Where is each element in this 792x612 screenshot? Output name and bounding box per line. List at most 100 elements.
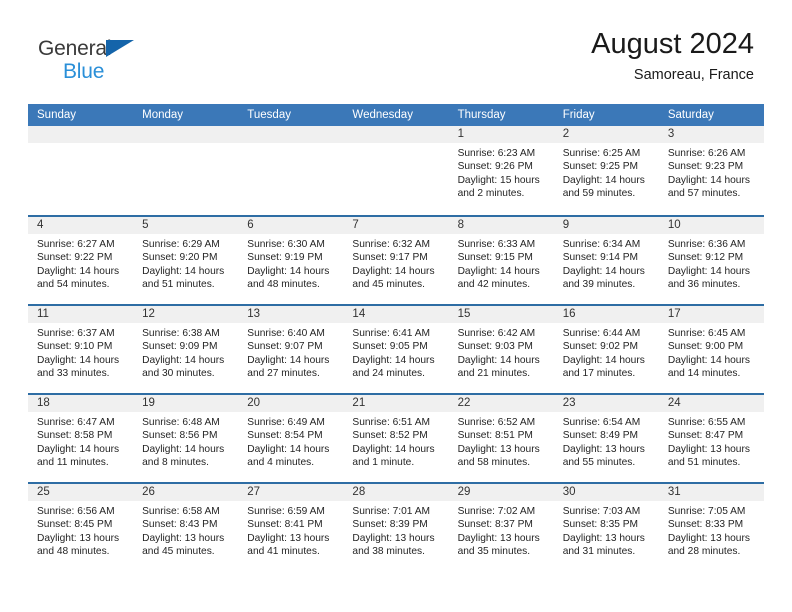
sunrise-text: Sunrise: 6:58 AM xyxy=(142,506,220,517)
day-number: 25 xyxy=(28,484,134,501)
day-number: 17 xyxy=(658,306,764,323)
daylight-text: Daylight: 13 hours and 28 minutes. xyxy=(667,532,750,557)
calendar-day-cell[interactable]: 29 Sunrise: 7:02 AM Sunset: 8:37 PM Dayligh… xyxy=(448,484,554,571)
calendar-table: Sunday Monday Tuesday Wednesday Thursday… xyxy=(28,104,764,571)
calendar-day-cell[interactable]: 19 Sunrise: 6:48 AM Sunset: 8:56 PM Dayligh… xyxy=(133,395,239,482)
sunrise-text: Sunrise: 6:33 AM xyxy=(457,239,536,250)
sunset-text: Sunset: 9:25 PM xyxy=(562,161,639,173)
calendar-day-cell[interactable]: 3 Sunrise: 6:26 AM Sunset: 9:23 PM Daylight… xyxy=(658,126,764,215)
day-sun-info: Sunrise: 6:34 AM Sunset: 9:14 PM Daylight:… xyxy=(554,234,659,291)
calendar-day-cell[interactable]: 30 Sunrise: 7:03 AM Sunset: 8:35 PM Dayligh… xyxy=(553,484,659,571)
day-sun-info: Sunrise: 7:01 AM Sunset: 8:39 PM Daylight:… xyxy=(343,501,448,558)
day-number: 8 xyxy=(448,217,554,234)
calendar-day-cell[interactable]: 15 Sunrise: 6:42 AM Sunset: 9:03 PM Dayligh… xyxy=(448,306,554,393)
calendar-day-cell[interactable]: 8 Sunrise: 6:33 AM Sunset: 9:15 PM Daylight… xyxy=(448,217,554,304)
calendar-week-row: 4 Sunrise: 6:27 AM Sunset: 9:22 PM Daylight… xyxy=(28,215,764,304)
daylight-text: Daylight: 14 hours and 48 minutes. xyxy=(247,265,330,290)
sunrise-text: Sunrise: 6:34 AM xyxy=(562,239,641,250)
calendar-day-cell[interactable]: 1 Sunrise: 6:23 AM Sunset: 9:26 PM Daylight… xyxy=(448,126,554,215)
sunrise-text: Sunrise: 6:37 AM xyxy=(37,328,115,339)
day-number: 11 xyxy=(28,306,134,323)
sunset-text: Sunset: 8:47 PM xyxy=(667,430,744,442)
daylight-text: Daylight: 13 hours and 51 minutes. xyxy=(667,443,750,468)
sunrise-text: Sunrise: 6:30 AM xyxy=(247,239,325,250)
day-number xyxy=(133,126,239,143)
day-number: 19 xyxy=(133,395,239,412)
sunset-text: Sunset: 9:19 PM xyxy=(247,252,323,264)
logo-general-label: General xyxy=(38,37,112,60)
daylight-text: Daylight: 14 hours and 36 minutes. xyxy=(667,265,750,290)
daylight-text: Daylight: 13 hours and 55 minutes. xyxy=(562,443,645,468)
daylight-text: Daylight: 14 hours and 1 minute. xyxy=(352,443,435,468)
calendar-day-cell[interactable]: 23 Sunrise: 6:54 AM Sunset: 8:49 PM Dayligh… xyxy=(553,395,659,482)
page-header: General Blue August 2024 Samoreau, Franc… xyxy=(0,0,792,83)
calendar-day-cell[interactable]: 16 Sunrise: 6:44 AM Sunset: 9:02 PM Dayligh… xyxy=(553,306,659,393)
day-sun-info: Sunrise: 6:32 AM Sunset: 9:17 PM Daylight:… xyxy=(343,234,448,291)
day-number: 6 xyxy=(238,217,344,234)
sunrise-text: Sunrise: 7:03 AM xyxy=(562,506,641,517)
calendar-day-cell[interactable]: 21 Sunrise: 6:51 AM Sunset: 8:52 PM Dayligh… xyxy=(343,395,449,482)
calendar-day-cell[interactable]: 20 Sunrise: 6:49 AM Sunset: 8:54 PM Dayligh… xyxy=(238,395,344,482)
calendar-day-cell[interactable]: 28 Sunrise: 7:01 AM Sunset: 8:39 PM Dayligh… xyxy=(343,484,449,571)
day-sun-info: Sunrise: 6:23 AM Sunset: 9:26 PM Daylight:… xyxy=(449,143,554,200)
calendar-day-cell[interactable]: 12 Sunrise: 6:38 AM Sunset: 9:09 PM Dayligh… xyxy=(133,306,239,393)
general-blue-logo[interactable]: General Blue xyxy=(38,38,158,86)
calendar-week-row: 1 Sunrise: 6:23 AM Sunset: 9:26 PM Daylight… xyxy=(28,126,764,215)
daylight-text: Daylight: 14 hours and 21 minutes. xyxy=(457,354,540,379)
calendar-day-cell-empty xyxy=(343,126,449,215)
sunset-text: Sunset: 9:02 PM xyxy=(562,341,639,353)
sunrise-text: Sunrise: 6:44 AM xyxy=(562,328,641,339)
calendar-day-cell[interactable]: 25 Sunrise: 6:56 AM Sunset: 8:45 PM Dayligh… xyxy=(28,484,134,571)
sunset-text: Sunset: 8:41 PM xyxy=(247,519,323,531)
calendar-day-cell[interactable]: 22 Sunrise: 6:52 AM Sunset: 8:51 PM Dayligh… xyxy=(448,395,554,482)
calendar-day-cell[interactable]: 26 Sunrise: 6:58 AM Sunset: 8:43 PM Dayligh… xyxy=(133,484,239,571)
calendar-day-cell[interactable]: 4 Sunrise: 6:27 AM Sunset: 9:22 PM Daylight… xyxy=(28,217,134,304)
calendar-day-cell[interactable]: 10 Sunrise: 6:36 AM Sunset: 9:12 PM Dayligh… xyxy=(658,217,764,304)
day-sun-info: Sunrise: 6:51 AM Sunset: 8:52 PM Daylight:… xyxy=(343,412,448,469)
day-sun-info: Sunrise: 6:33 AM Sunset: 9:15 PM Daylight:… xyxy=(449,234,554,291)
calendar-day-cell[interactable]: 31 Sunrise: 7:05 AM Sunset: 8:33 PM Dayligh… xyxy=(658,484,764,571)
sunrise-text: Sunrise: 6:29 AM xyxy=(142,239,220,250)
daylight-text: Daylight: 14 hours and 54 minutes. xyxy=(37,265,120,290)
calendar-day-cell[interactable]: 24 Sunrise: 6:55 AM Sunset: 8:47 PM Dayligh… xyxy=(658,395,764,482)
calendar-day-cell[interactable]: 14 Sunrise: 6:41 AM Sunset: 9:05 PM Dayligh… xyxy=(343,306,449,393)
day-sun-info: Sunrise: 6:54 AM Sunset: 8:49 PM Daylight:… xyxy=(554,412,659,469)
sunset-text: Sunset: 8:39 PM xyxy=(352,519,428,531)
day-number: 27 xyxy=(238,484,344,501)
calendar-day-cell[interactable]: 6 Sunrise: 6:30 AM Sunset: 9:19 PM Daylight… xyxy=(238,217,344,304)
weekday-friday: Friday xyxy=(562,109,595,121)
calendar-day-cell[interactable]: 13 Sunrise: 6:40 AM Sunset: 9:07 PM Dayligh… xyxy=(238,306,344,393)
day-sun-info: Sunrise: 7:02 AM Sunset: 8:37 PM Daylight:… xyxy=(449,501,554,558)
weekday-sunday: Sunday xyxy=(37,109,77,121)
calendar-day-cell[interactable]: 18 Sunrise: 6:47 AM Sunset: 8:58 PM Dayligh… xyxy=(28,395,134,482)
logo-blue-label: Blue xyxy=(63,60,105,83)
sunset-text: Sunset: 9:15 PM xyxy=(457,252,533,264)
calendar-day-cell[interactable]: 17 Sunrise: 6:45 AM Sunset: 9:00 PM Dayligh… xyxy=(658,306,764,393)
day-number: 22 xyxy=(448,395,554,412)
sunset-text: Sunset: 9:14 PM xyxy=(562,252,639,264)
sunrise-text: Sunrise: 6:36 AM xyxy=(667,239,746,250)
sunset-text: Sunset: 8:45 PM xyxy=(37,519,113,531)
day-number: 21 xyxy=(343,395,449,412)
calendar-day-cell[interactable]: 11 Sunrise: 6:37 AM Sunset: 9:10 PM Dayligh… xyxy=(28,306,134,393)
sunrise-text: Sunrise: 6:45 AM xyxy=(667,328,746,339)
daylight-text: Daylight: 14 hours and 42 minutes. xyxy=(457,265,540,290)
sunrise-text: Sunrise: 6:52 AM xyxy=(457,417,536,428)
sunset-text: Sunset: 8:54 PM xyxy=(247,430,323,442)
day-number: 10 xyxy=(658,217,764,234)
sunrise-text: Sunrise: 6:56 AM xyxy=(37,506,115,517)
calendar-day-cell[interactable]: 2 Sunrise: 6:25 AM Sunset: 9:25 PM Daylight… xyxy=(553,126,659,215)
daylight-text: Daylight: 14 hours and 51 minutes. xyxy=(142,265,225,290)
sunrise-text: Sunrise: 6:32 AM xyxy=(352,239,431,250)
calendar-day-cell[interactable]: 9 Sunrise: 6:34 AM Sunset: 9:14 PM Daylight… xyxy=(553,217,659,304)
daylight-text: Daylight: 13 hours and 41 minutes. xyxy=(247,532,330,557)
day-number: 12 xyxy=(133,306,239,323)
sunset-text: Sunset: 9:05 PM xyxy=(352,341,428,353)
day-sun-info: Sunrise: 6:55 AM Sunset: 8:47 PM Daylight:… xyxy=(659,412,764,469)
day-number: 26 xyxy=(133,484,239,501)
sunset-text: Sunset: 9:07 PM xyxy=(247,341,323,353)
daylight-text: Daylight: 13 hours and 48 minutes. xyxy=(37,532,120,557)
calendar-day-cell[interactable]: 5 Sunrise: 6:29 AM Sunset: 9:20 PM Daylight… xyxy=(133,217,239,304)
calendar-day-cell[interactable]: 27 Sunrise: 6:59 AM Sunset: 8:41 PM Dayligh… xyxy=(238,484,344,571)
calendar-day-cell[interactable]: 7 Sunrise: 6:32 AM Sunset: 9:17 PM Daylight… xyxy=(343,217,449,304)
